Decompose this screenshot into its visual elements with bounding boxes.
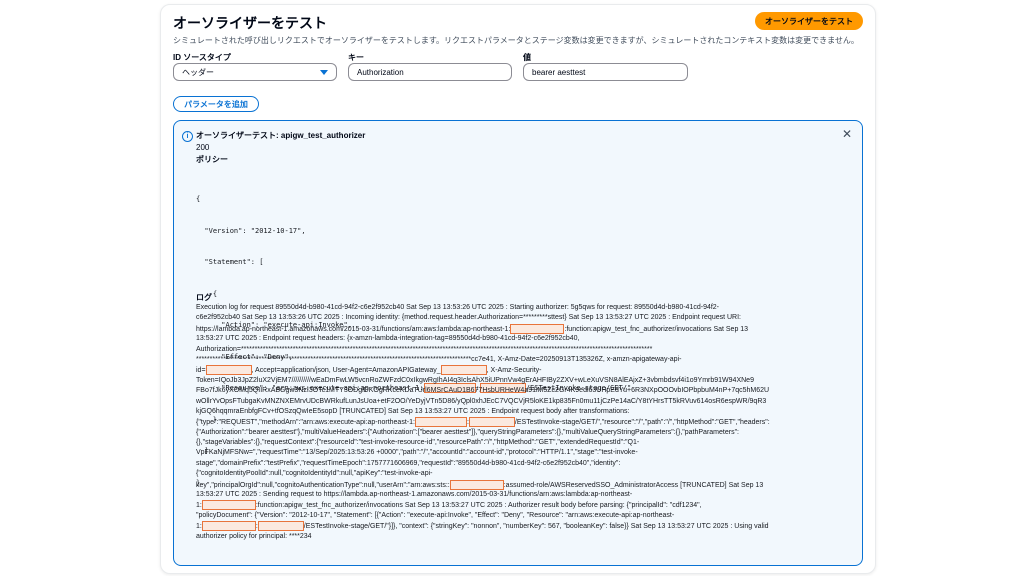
log-line: "policyDocument": {"Version": "2012-10-1… [196,511,675,519]
redacted-api-id [205,365,252,376]
log-line: ****************************************… [196,355,682,363]
redacted-api-id [468,417,515,428]
info-icon: i [182,131,193,142]
chevron-down-icon [320,70,328,75]
key-input[interactable]: Authorization [348,63,512,81]
policy-line: "Statement": [ [196,258,264,266]
test-authorizer-button[interactable]: オーソライザーをテスト [755,12,863,30]
redacted-account-id [201,521,256,532]
redacted-account-id [414,417,467,428]
test-result-alert: i オーソライザーテスト: apigw_test_authorizer ✕ 20… [173,120,863,566]
policy-label: ポリシー [196,155,228,164]
log-line: {},"stageVariables":{},"requestContext":… [196,439,640,447]
log-line: FBo7fJk6yXOMq5QIIRxABGgw3NzI3OTc1MTY3ODg… [196,387,770,395]
log-line: Token=IQoJb3JpZ2luX2VjEM7//////////wEaDm… [196,376,754,384]
identity-source-type-select[interactable]: ヘッダー [173,63,337,81]
result-title: オーソライザーテスト: apigw_test_authorizer [196,131,366,140]
log-label: ログ [196,293,212,302]
log-line: {"type":"REQUEST","methodArn":"arn:aws:e… [196,417,770,428]
log-line: 13:53:27 UTC 2025 : Endpoint request hea… [196,335,580,343]
log-line: {"Authorization":"bearer aesttest"},"mul… [196,428,739,436]
log-line: Authorization=**************************… [196,345,653,353]
add-parameter-button[interactable]: パラメータを追加 [173,96,259,112]
log-line: wOllrYvOpsFTubgaKvMNZNXEMrvUDcBWRkufLunJ… [196,397,767,405]
log-line: VpFKaNjMFSNw=","requestTime":"13/Sep/202… [196,449,638,457]
log-line: key","principalOrgId":null,"cognitoAuthe… [196,479,764,490]
identity-source-type-label: ID ソースタイプ [173,53,231,62]
redacted-account-id [510,323,565,334]
value-input[interactable]: bearer aesttest [523,63,688,81]
value-label: 値 [523,53,531,62]
identity-source-type-value: ヘッダー [182,68,214,77]
log-line: Execution log for request 89550d4d-b980-… [196,304,720,311]
status-code: 200 [196,143,210,152]
close-icon[interactable]: ✕ [842,127,852,141]
log-line: 1::function:apigw_test_fnc_authorizer/in… [196,500,702,511]
log-line: stage","domainPrefix":"testPrefix","requ… [196,459,621,467]
log-line: 1::/ESTestInvoke-stage/GET/"}]}, "contex… [196,521,769,532]
log-line: https://lambda.ap-northeast-1.amazonaws.… [196,323,749,334]
log-line: {"cognitoIdentityPoolId":null,"cognitoId… [196,470,433,478]
log-line: authorizer policy for principal: ****234 [196,532,312,540]
log-line: id=, Accept=application/json, User-Agent… [196,365,542,376]
log-line: 13:53:27 UTC 2025 : Sending request to h… [196,491,633,499]
page-title: オーソライザーをテスト [173,15,327,31]
log-line: kjGQ6hqqmraEnbfgFCv+tfOSzqQwIeE5sopD [TR… [196,407,630,415]
policy-line: "Version": "2012-10-17", [196,226,306,235]
redacted-account-id [201,500,256,511]
test-authorizer-panel: オーソライザーをテスト シミュレートされた呼び出しリクエストでオーソライザーをテ… [160,4,876,574]
redacted-account-id [449,479,504,490]
redacted-api-id [257,521,304,532]
policy-line: { [196,195,201,203]
key-label: キー [348,53,364,62]
page-description: シミュレートされた呼び出しリクエストでオーソライザーをテストします。リクエストパ… [173,36,859,45]
log-line: c6e2f952cb40 Sat Sep 13 13:53:26 UTC 202… [196,314,741,322]
redacted-value [440,365,487,376]
execution-log: Execution log for request 89550d4d-b980-… [196,303,856,542]
policy-line: { [196,289,218,298]
